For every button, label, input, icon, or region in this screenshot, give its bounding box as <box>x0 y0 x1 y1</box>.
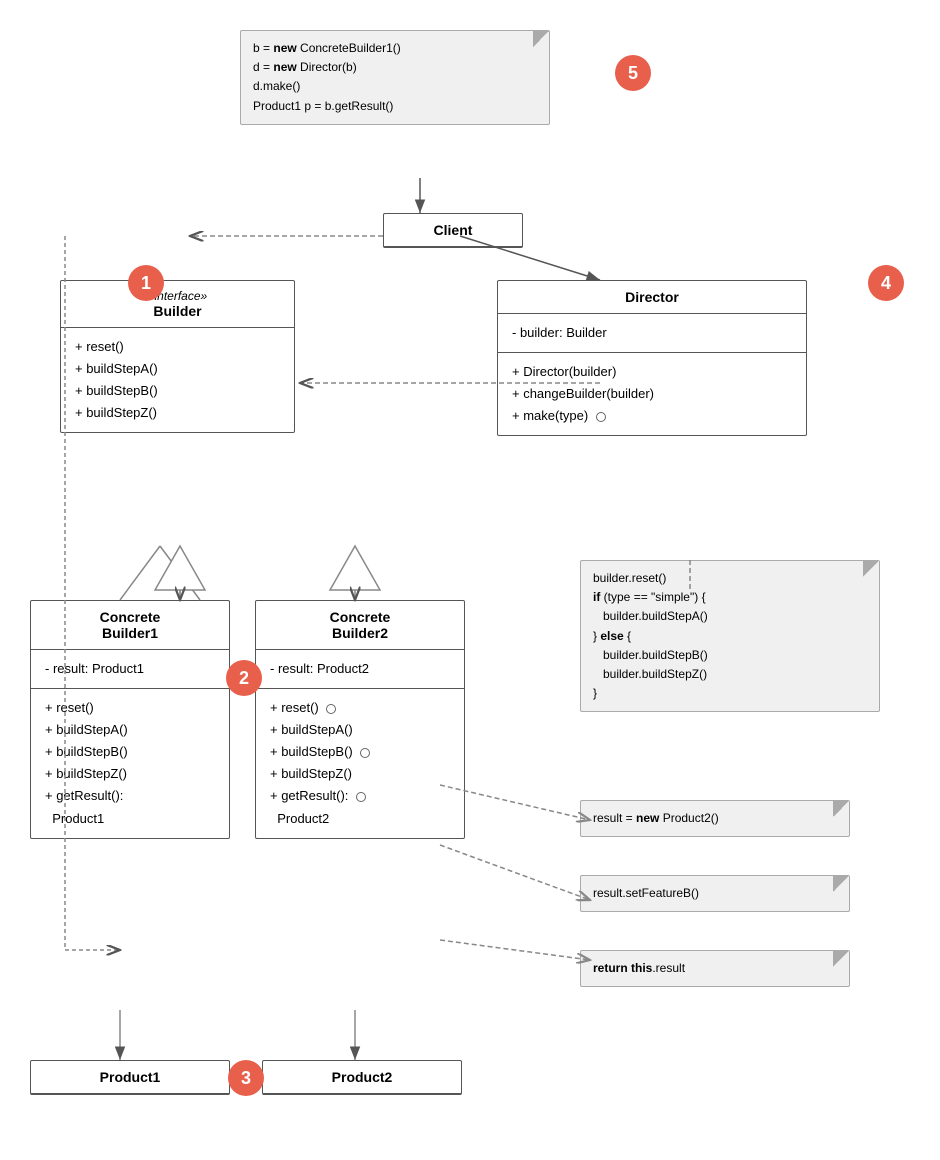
builder-method-2: + buildStepA() <box>75 358 280 380</box>
cb1-method-5: + getResult(): <box>45 785 215 807</box>
cb1-method-5b: Product1 <box>45 808 215 830</box>
director-methods: + Director(builder) + changeBuilder(buil… <box>498 353 806 435</box>
make-note-line5: builder.buildStepB() <box>593 648 708 662</box>
cb1-title: ConcreteBuilder1 <box>43 609 217 641</box>
cb1-header: ConcreteBuilder1 <box>31 601 229 650</box>
cb1-method-3: + buildStepB() <box>45 741 215 763</box>
make-note-line3: builder.buildStepA() <box>593 609 708 623</box>
make-note-line1: builder.reset() <box>593 571 666 585</box>
director-method-3: + make(type) <box>512 405 792 427</box>
director-method-1: + Director(builder) <box>512 361 792 383</box>
builder-methods: + reset() + buildStepA() + buildStepB() … <box>61 328 294 432</box>
note-client-line2: d = new Director(b) <box>253 60 357 74</box>
make-note-line2: if (type == "simple") { <box>593 590 706 604</box>
badge-3: 3 <box>228 1060 264 1096</box>
cb2-title: ConcreteBuilder2 <box>268 609 452 641</box>
cb1-method-4: + buildStepZ() <box>45 763 215 785</box>
make-dot <box>596 412 606 422</box>
director-method-2: + changeBuilder(builder) <box>512 383 792 405</box>
reset-note-text: result = new Product2() <box>593 811 719 825</box>
getresult-dot <box>356 792 366 802</box>
cb2-methods: + reset() + buildStepA() + buildStepB() … <box>256 689 464 838</box>
cb1-method-2: + buildStepA() <box>45 719 215 741</box>
director-fields: - builder: Builder <box>498 314 806 353</box>
product2-title: Product2 <box>332 1069 393 1085</box>
badge-4: 4 <box>868 265 904 301</box>
cb2-fields: - result: Product2 <box>256 650 464 689</box>
builder-title: Builder <box>73 303 282 319</box>
concrete-builder1-box: ConcreteBuilder1 - result: Product1 + re… <box>30 600 230 839</box>
product1-header: Product1 <box>31 1061 229 1094</box>
make-note-line6: builder.buildStepZ() <box>593 667 707 681</box>
client-title: Client <box>434 222 473 238</box>
product1-title: Product1 <box>100 1069 161 1085</box>
builder-method-1: + reset() <box>75 336 280 358</box>
concrete-builder2-box: ConcreteBuilder2 - result: Product2 + re… <box>255 600 465 839</box>
note-client-line4: Product1 p = b.getResult() <box>253 99 393 113</box>
cb1-field-1: - result: Product1 <box>45 658 215 680</box>
stepb-note-box: result.setFeatureB() <box>580 875 850 912</box>
product2-header: Product2 <box>263 1061 461 1094</box>
director-title: Director <box>625 289 679 305</box>
cb2-method-1: + reset() <box>270 697 450 719</box>
note-client-line3: d.make() <box>253 79 300 93</box>
client-box: Client <box>383 213 523 248</box>
cb2-method-3: + buildStepB() <box>270 741 450 763</box>
reset-note-box: result = new Product2() <box>580 800 850 837</box>
builder-box: «interface» Builder + reset() + buildSte… <box>60 280 295 433</box>
cb2-header: ConcreteBuilder2 <box>256 601 464 650</box>
builder-method-3: + buildStepB() <box>75 380 280 402</box>
badge-1: 1 <box>128 265 164 301</box>
director-box-header: Director <box>498 281 806 314</box>
diagram-container: b = new ConcreteBuilder1() d = new Direc… <box>0 0 940 1160</box>
director-field-1: - builder: Builder <box>512 322 792 344</box>
getresult-note-text: return this.result <box>593 961 685 975</box>
make-note-line7: } <box>593 686 597 700</box>
note-client-line1: b = new ConcreteBuilder1() <box>253 41 401 55</box>
cb2-field-1: - result: Product2 <box>270 658 450 680</box>
director-box: Director - builder: Builder + Director(b… <box>497 280 807 436</box>
stepb-dot <box>360 748 370 758</box>
cb1-methods: + reset() + buildStepA() + buildStepB() … <box>31 689 229 838</box>
client-box-header: Client <box>384 214 522 247</box>
badge-2: 2 <box>226 660 262 696</box>
cb2-method-2: + buildStepA() <box>270 719 450 741</box>
cb2-method-5: + getResult(): <box>270 785 450 807</box>
client-note-box: b = new ConcreteBuilder1() d = new Direc… <box>240 30 550 125</box>
getresult-note-box: return this.result <box>580 950 850 987</box>
product2-box: Product2 <box>262 1060 462 1095</box>
reset-dot <box>326 704 336 714</box>
badge-5: 5 <box>615 55 651 91</box>
builder-stereotype: «interface» <box>73 289 282 303</box>
cb2-method-5b: Product2 <box>270 808 450 830</box>
builder-method-4: + buildStepZ() <box>75 402 280 424</box>
cb1-fields: - result: Product1 <box>31 650 229 689</box>
product1-box: Product1 <box>30 1060 230 1095</box>
make-note-line4: } else { <box>593 629 631 643</box>
stepb-note-text: result.setFeatureB() <box>593 886 699 900</box>
make-note-box: builder.reset() if (type == "simple") { … <box>580 560 880 712</box>
cb1-method-1: + reset() <box>45 697 215 719</box>
cb2-method-4: + buildStepZ() <box>270 763 450 785</box>
builder-box-header: «interface» Builder <box>61 281 294 328</box>
